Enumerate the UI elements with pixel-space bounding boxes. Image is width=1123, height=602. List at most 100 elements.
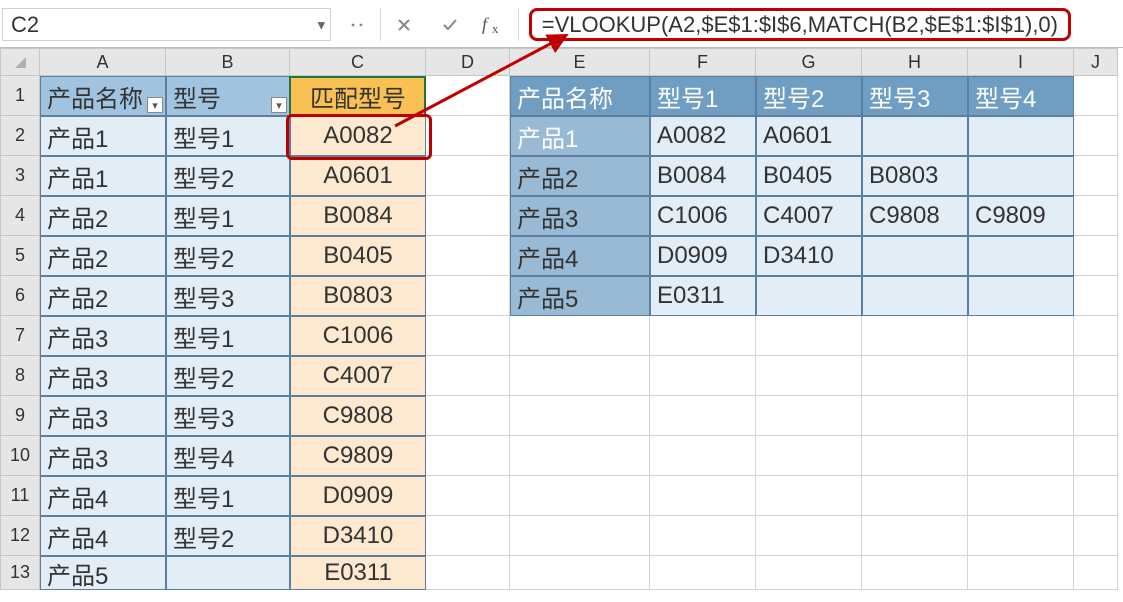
cell-I7[interactable] [968, 316, 1074, 356]
cell-A6[interactable]: 产品2 [40, 276, 166, 316]
row-header-12[interactable]: 12 [0, 516, 40, 556]
row-header-9[interactable]: 9 [0, 396, 40, 436]
cell-E11[interactable] [510, 476, 650, 516]
cell-C1[interactable]: 匹配型号 [290, 76, 426, 116]
cell-H10[interactable] [862, 436, 968, 476]
fx-icon[interactable]: f x [473, 8, 519, 41]
cell-G9[interactable] [756, 396, 862, 436]
cell-D5[interactable] [426, 236, 510, 276]
row-header-5[interactable]: 5 [0, 236, 40, 276]
cell-F5[interactable]: D0909 [650, 236, 756, 276]
cell-J12[interactable] [1074, 516, 1118, 556]
col-header-H[interactable]: H [862, 48, 968, 76]
cell-E4[interactable]: 产品3 [510, 196, 650, 236]
formula-input[interactable]: =VLOOKUP(A2,$E$1:$I$6,MATCH(B2,$E$1:$I$1… [529, 8, 1071, 41]
cell-B4[interactable]: 型号1 [166, 196, 290, 236]
cell-J9[interactable] [1074, 396, 1118, 436]
cell-E5[interactable]: 产品4 [510, 236, 650, 276]
cell-E2[interactable]: 产品1 [510, 116, 650, 156]
cell-H9[interactable] [862, 396, 968, 436]
cell-B12[interactable]: 型号2 [166, 516, 290, 556]
confirm-icon[interactable] [427, 8, 473, 41]
cell-B7[interactable]: 型号1 [166, 316, 290, 356]
cell-C10[interactable]: C9809 [290, 436, 426, 476]
cell-A3[interactable]: 产品1 [40, 156, 166, 196]
cell-A13[interactable]: 产品5 [40, 556, 166, 590]
cell-H3[interactable]: B0803 [862, 156, 968, 196]
cell-D3[interactable] [426, 156, 510, 196]
cell-E6[interactable]: 产品5 [510, 276, 650, 316]
cell-J3[interactable] [1074, 156, 1118, 196]
cell-I1[interactable]: 型号4 [968, 76, 1074, 116]
cell-F11[interactable] [650, 476, 756, 516]
select-all-corner[interactable] [0, 48, 40, 76]
col-header-A[interactable]: A [40, 48, 166, 76]
cancel-icon[interactable] [381, 8, 427, 41]
cell-A1[interactable]: 产品名称▾ [40, 76, 166, 116]
cell-F9[interactable] [650, 396, 756, 436]
cell-G10[interactable] [756, 436, 862, 476]
cell-G4[interactable]: C4007 [756, 196, 862, 236]
filter-icon[interactable]: ▾ [271, 97, 287, 113]
cell-C7[interactable]: C1006 [290, 316, 426, 356]
cell-C13[interactable]: E0311 [290, 556, 426, 590]
cell-H7[interactable] [862, 316, 968, 356]
cell-E1[interactable]: 产品名称 [510, 76, 650, 116]
cell-A4[interactable]: 产品2 [40, 196, 166, 236]
cell-I11[interactable] [968, 476, 1074, 516]
cell-F10[interactable] [650, 436, 756, 476]
cell-I5[interactable] [968, 236, 1074, 276]
cell-C12[interactable]: D3410 [290, 516, 426, 556]
cell-C6[interactable]: B0803 [290, 276, 426, 316]
cell-I9[interactable] [968, 396, 1074, 436]
cell-J13[interactable] [1074, 556, 1118, 590]
cell-B2[interactable]: 型号1 [166, 116, 290, 156]
cell-G3[interactable]: B0405 [756, 156, 862, 196]
cell-A7[interactable]: 产品3 [40, 316, 166, 356]
cell-D7[interactable] [426, 316, 510, 356]
cell-J6[interactable] [1074, 276, 1118, 316]
cell-A5[interactable]: 产品2 [40, 236, 166, 276]
cells-area[interactable]: 产品名称▾ 型号▾ 匹配型号 产品名称 型号1 型号2 型号3 型号4 产品1 … [40, 76, 1123, 590]
cell-G5[interactable]: D3410 [756, 236, 862, 276]
row-header-7[interactable]: 7 [0, 316, 40, 356]
cell-J7[interactable] [1074, 316, 1118, 356]
cell-A10[interactable]: 产品3 [40, 436, 166, 476]
cell-I10[interactable] [968, 436, 1074, 476]
cell-I12[interactable] [968, 516, 1074, 556]
cell-I2[interactable] [968, 116, 1074, 156]
cell-F3[interactable]: B0084 [650, 156, 756, 196]
cell-C9[interactable]: C9808 [290, 396, 426, 436]
col-header-C[interactable]: C [290, 48, 426, 76]
cell-H5[interactable] [862, 236, 968, 276]
cell-B13[interactable] [166, 556, 290, 590]
cell-D1[interactable] [426, 76, 510, 116]
cell-C8[interactable]: C4007 [290, 356, 426, 396]
cell-J8[interactable] [1074, 356, 1118, 396]
cell-B5[interactable]: 型号2 [166, 236, 290, 276]
cell-C5[interactable]: B0405 [290, 236, 426, 276]
cell-D6[interactable] [426, 276, 510, 316]
cell-I6[interactable] [968, 276, 1074, 316]
cell-G11[interactable] [756, 476, 862, 516]
cell-J11[interactable] [1074, 476, 1118, 516]
cell-E10[interactable] [510, 436, 650, 476]
cell-F8[interactable] [650, 356, 756, 396]
cell-D10[interactable] [426, 436, 510, 476]
cell-H11[interactable] [862, 476, 968, 516]
cell-F7[interactable] [650, 316, 756, 356]
cell-B9[interactable]: 型号3 [166, 396, 290, 436]
cell-D11[interactable] [426, 476, 510, 516]
cell-I3[interactable] [968, 156, 1074, 196]
cell-G13[interactable] [756, 556, 862, 590]
col-header-J[interactable]: J [1074, 48, 1118, 76]
filter-icon[interactable]: ▾ [147, 97, 163, 113]
cell-B8[interactable]: 型号2 [166, 356, 290, 396]
cell-F6[interactable]: E0311 [650, 276, 756, 316]
cell-G2[interactable]: A0601 [756, 116, 862, 156]
col-header-G[interactable]: G [756, 48, 862, 76]
cell-H13[interactable] [862, 556, 968, 590]
cell-G12[interactable] [756, 516, 862, 556]
cell-E12[interactable] [510, 516, 650, 556]
cell-J1[interactable] [1074, 76, 1118, 116]
